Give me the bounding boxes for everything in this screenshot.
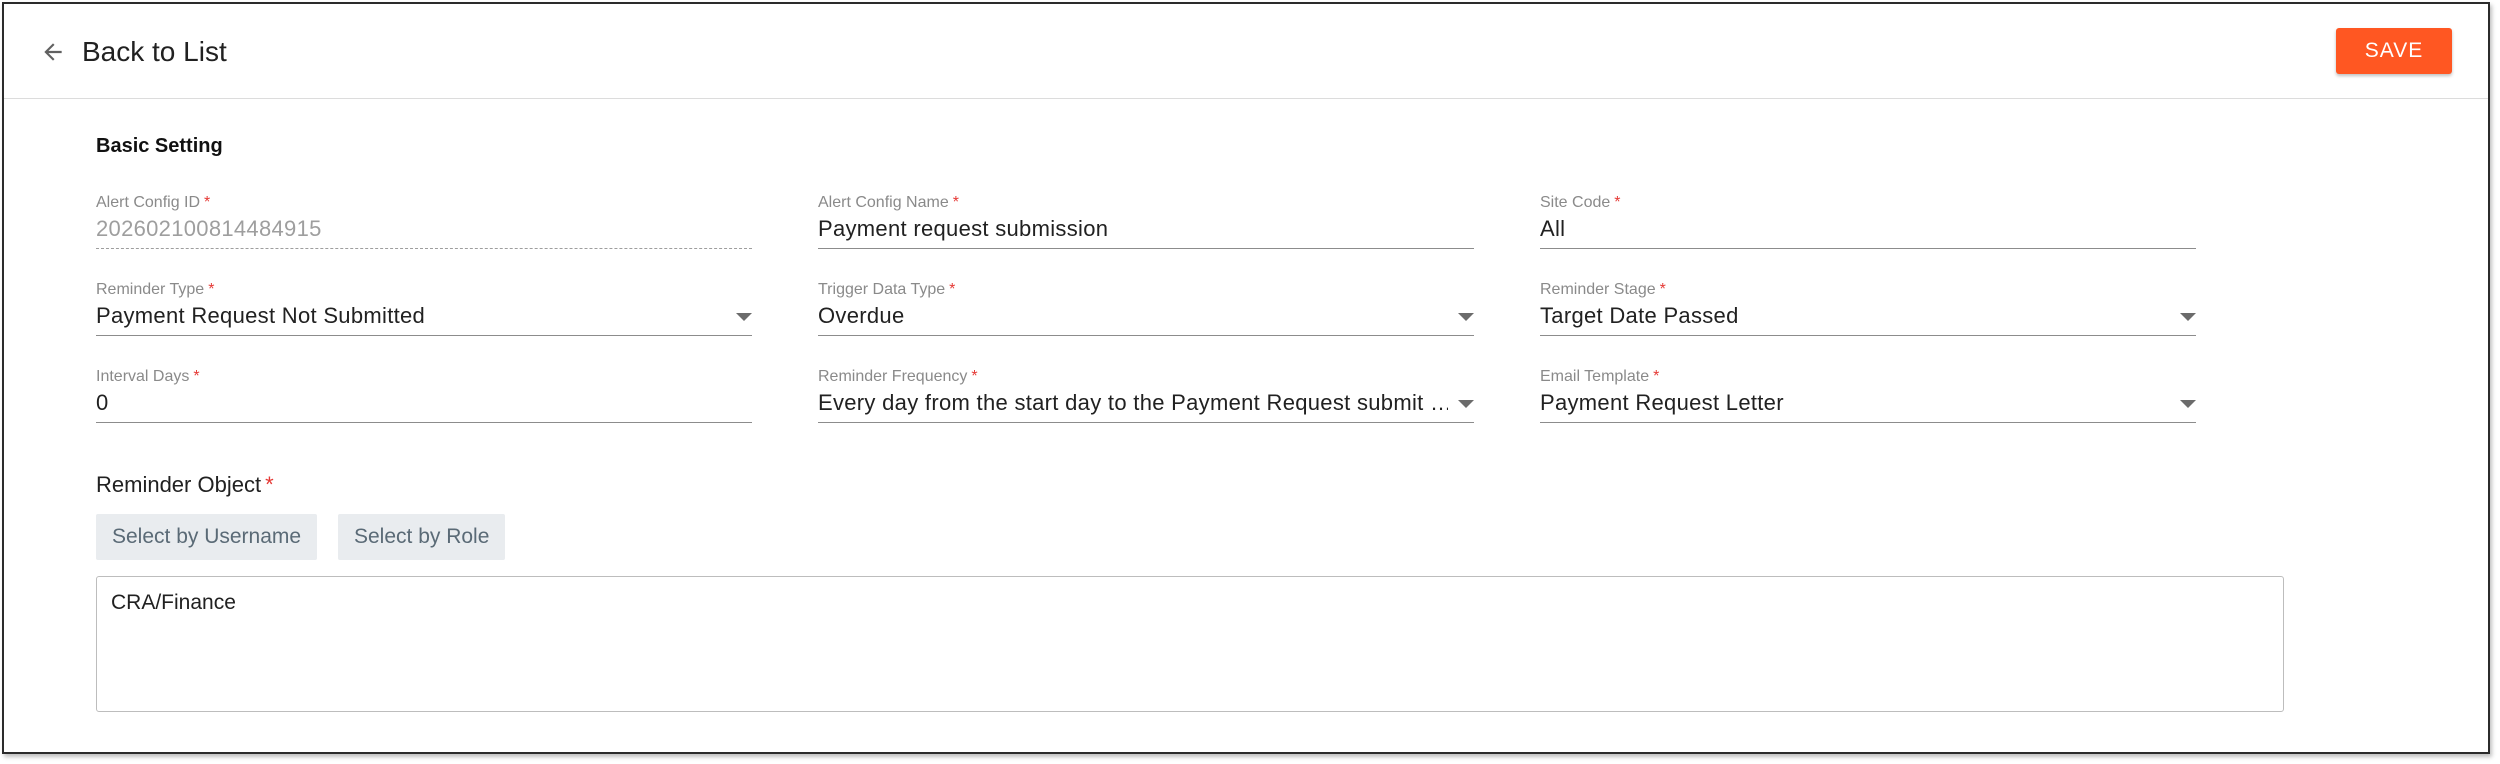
back-to-list-label: Back to List [82, 36, 227, 67]
field-underline [1540, 248, 2196, 249]
email-template-value: Payment Request Letter [1540, 390, 1784, 415]
alert-config-id-field: Alert Config ID * 202602100814484915 [96, 194, 752, 250]
alert-config-name-field[interactable]: Alert Config Name * Payment request submi… [818, 194, 1474, 250]
top-bar: Back to List SAVE [4, 4, 2488, 99]
email-template-label: Email Template [1540, 368, 1650, 385]
trigger-data-type-select[interactable]: Trigger Data Type * Overdue [818, 281, 1474, 337]
email-template-select[interactable]: Email Template * Payment Request Letter [1540, 368, 2196, 424]
reminder-stage-select[interactable]: Reminder Stage * Target Date Passed [1540, 281, 2196, 337]
required-mark: * [204, 194, 211, 211]
reminder-object-box[interactable]: CRA/Finance [96, 576, 2284, 712]
required-mark: * [971, 368, 978, 385]
save-button[interactable]: SAVE [2336, 28, 2452, 74]
reminder-type-select[interactable]: Reminder Type * Payment Request Not Submi… [96, 281, 752, 337]
caret-down-icon[interactable] [2180, 400, 2196, 408]
caret-down-icon[interactable] [1458, 313, 1474, 321]
arrow-left-icon [44, 43, 62, 61]
required-mark: * [208, 281, 215, 298]
reminder-object-value: CRA/Finance [111, 591, 236, 614]
site-code-field[interactable]: Site Code * All [1540, 194, 2196, 250]
reminder-type-value: Payment Request Not Submitted [96, 303, 426, 328]
reminder-frequency-select[interactable]: Reminder Frequency * Every day from the s… [818, 368, 1474, 424]
field-underline [96, 422, 752, 423]
site-code-input[interactable]: All [1540, 216, 1565, 242]
required-mark: * [1653, 368, 1660, 385]
reminder-type-label: Reminder Type [96, 281, 205, 298]
required-mark: * [1659, 281, 1666, 298]
field-underline [1540, 335, 2196, 336]
required-mark: * [193, 368, 200, 385]
site-code-label: Site Code [1540, 194, 1611, 211]
required-mark: * [1614, 194, 1621, 211]
alert-config-id-value: 202602100814484915 [96, 216, 322, 241]
interval-days-label: Interval Days [96, 368, 190, 385]
section-title: Basic Setting [96, 135, 223, 157]
select-by-role-button[interactable]: Select by Role [338, 514, 506, 560]
caret-down-icon[interactable] [736, 313, 752, 321]
required-mark: * [949, 281, 956, 298]
reminder-frequency-label: Reminder Frequency [818, 368, 968, 385]
select-by-username-button[interactable]: Select by Username [96, 514, 318, 560]
field-underline [818, 248, 1474, 249]
reminder-stage-value: Target Date Passed [1540, 303, 1739, 328]
alert-config-name-label: Alert Config Name [818, 194, 949, 211]
reminder-object-label: Reminder Object [96, 472, 262, 497]
alert-config-id-label: Alert Config ID [96, 194, 201, 211]
field-underline [96, 335, 752, 336]
reminder-stage-label: Reminder Stage [1540, 281, 1656, 298]
field-underline [818, 422, 1474, 423]
field-underline [96, 248, 752, 249]
field-underline [1540, 422, 2196, 423]
back-to-list-link[interactable]: Back to List [40, 32, 227, 72]
reminder-frequency-value: Every day from the start day to the Paym… [818, 390, 1448, 415]
required-mark: * [265, 472, 274, 497]
alert-config-name-input[interactable]: Payment request submission [818, 216, 1108, 242]
caret-down-icon[interactable] [1458, 400, 1474, 408]
interval-days-field[interactable]: Interval Days * 0 [96, 368, 752, 424]
caret-down-icon[interactable] [2180, 313, 2196, 321]
required-mark: * [952, 194, 959, 211]
trigger-data-type-label: Trigger Data Type [818, 281, 946, 298]
interval-days-input[interactable]: 0 [96, 390, 109, 416]
alert-config-form: Back to List SAVE Basic Setting Alert Co… [2, 2, 2490, 754]
trigger-data-type-value: Overdue [818, 303, 905, 328]
field-underline [818, 335, 1474, 336]
